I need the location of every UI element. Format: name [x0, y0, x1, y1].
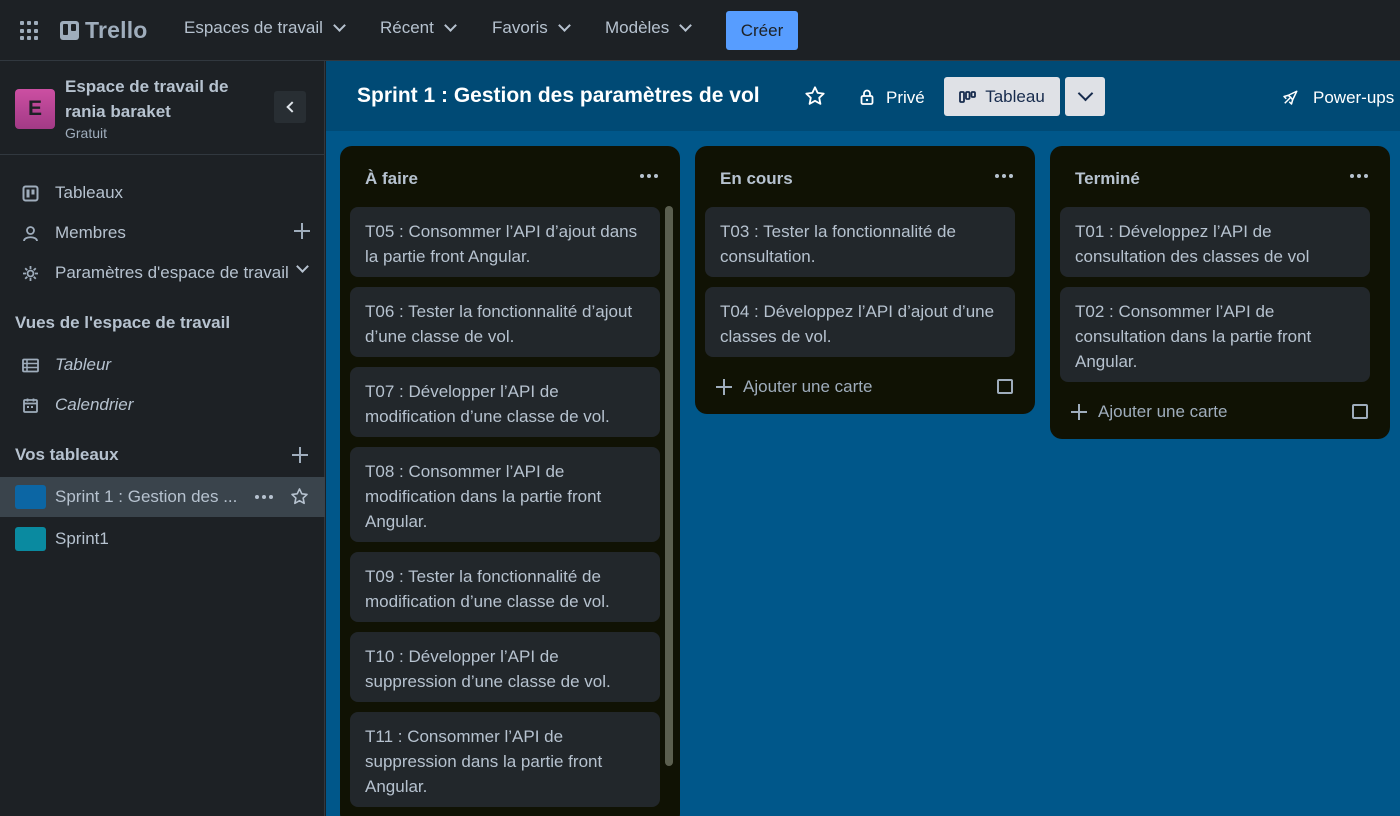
board-more-icon[interactable] [255, 495, 273, 499]
workspace-sidebar: E Espace de travail de rania baraket Gra… [0, 61, 325, 816]
workspace-views-title: Vues de l'espace de travail [15, 313, 231, 332]
rocket-icon [1283, 90, 1298, 105]
visibility-button[interactable]: Privé [886, 88, 925, 108]
app-switcher-icon[interactable] [20, 21, 40, 41]
card[interactable]: T07 : Développer l’API de modification d… [350, 367, 660, 437]
sidebar-board-sprint1[interactable]: Sprint1 [0, 519, 325, 559]
chevron-left-icon [286, 101, 298, 113]
list-title[interactable]: En cours [720, 169, 793, 189]
workspace-header: E Espace de travail de rania baraket Gra… [0, 61, 325, 155]
add-card-button[interactable]: Ajouter une carte [715, 377, 872, 397]
board-color-swatch [15, 527, 46, 551]
table-icon [22, 358, 39, 373]
list-menu-icon[interactable] [1350, 174, 1368, 178]
workspace-avatar: E [15, 89, 55, 129]
chevron-down-icon [557, 19, 571, 32]
sidebar-board-sprint-1[interactable]: Sprint 1 : Gestion des ... [0, 477, 325, 517]
star-icon[interactable] [290, 487, 309, 506]
star-board-icon[interactable] [804, 85, 826, 107]
workspace-plan: Gratuit [65, 125, 108, 141]
person-icon [23, 226, 38, 242]
chevron-down-icon [444, 19, 457, 32]
list-menu-icon[interactable] [640, 174, 658, 178]
chevron-down-icon [296, 260, 309, 273]
nav-templates[interactable]: Modèles [605, 18, 693, 38]
plus-icon [1070, 403, 1088, 421]
list-todo: À faire T05 : Consommer l’API d’ajout da… [340, 146, 680, 816]
board-color-swatch [15, 485, 46, 509]
card[interactable]: T01 : Développez l’API de consultation d… [1060, 207, 1370, 277]
board-icon [22, 185, 39, 202]
create-button[interactable]: Créer [726, 11, 798, 50]
lock-icon [860, 89, 874, 105]
trello-logo[interactable]: Trello [60, 17, 148, 44]
card[interactable]: T10 : Développer l’API de suppression d’… [350, 632, 660, 702]
sidebar-item-calendar-view[interactable]: Calendrier [0, 387, 325, 423]
board-view-button[interactable]: Tableau [944, 77, 1060, 116]
card[interactable]: T09 : Tester la fonctionnalité de modifi… [350, 552, 660, 622]
list-in-progress: En cours T03 : Tester la fonctionnalité … [695, 146, 1035, 414]
chevron-down-icon [333, 19, 346, 32]
nav-favorites[interactable]: Favoris [492, 18, 571, 38]
trello-logo-icon [60, 21, 79, 40]
collapse-sidebar-button[interactable] [274, 91, 306, 123]
card[interactable]: T11 : Consommer l’API de suppression dan… [350, 712, 660, 807]
workspace-name[interactable]: Espace de travail de rania baraket [65, 74, 265, 124]
plus-icon [715, 378, 733, 396]
board-canvas: Sprint 1 : Gestion des paramètres de vol… [326, 61, 1400, 816]
card[interactable]: T04 : Développez l’API d’ajout d’une cla… [705, 287, 1015, 357]
board-title[interactable]: Sprint 1 : Gestion des paramètres de vol [357, 84, 760, 108]
list-scrollbar[interactable] [665, 206, 673, 766]
gear-icon [23, 266, 38, 281]
sidebar-item-table-view[interactable]: Tableur [0, 347, 325, 383]
top-bar: Trello Espaces de travail Récent Favoris… [0, 0, 1400, 61]
nav-workspaces[interactable]: Espaces de travail [184, 18, 346, 38]
card[interactable]: T06 : Tester la fonctionnalité d’ajout d… [350, 287, 660, 357]
chevron-down-icon [1077, 85, 1093, 102]
card[interactable]: T03 : Tester la fonctionnalité de consul… [705, 207, 1015, 277]
chevron-down-icon [679, 19, 693, 32]
add-board-icon[interactable] [291, 446, 309, 464]
power-ups-button[interactable]: Power-ups [1281, 88, 1394, 108]
board-view-icon [959, 90, 977, 103]
card[interactable]: T02 : Consommer l’API de consultation da… [1060, 287, 1370, 382]
card[interactable]: T05 : Consommer l’API d’ajout dans la pa… [350, 207, 660, 277]
list-title[interactable]: Terminé [1075, 169, 1140, 189]
add-card-button[interactable]: Ajouter une carte [1070, 402, 1227, 422]
your-boards-title: Vos tableaux [15, 445, 119, 464]
calendar-icon [23, 398, 38, 413]
card-template-icon[interactable] [1352, 404, 1368, 419]
list-title[interactable]: À faire [365, 169, 418, 189]
view-switcher-button[interactable] [1065, 77, 1105, 116]
sidebar-item-settings[interactable]: Paramètres d'espace de travail [0, 255, 325, 291]
nav-recent[interactable]: Récent [380, 18, 457, 38]
list-menu-icon[interactable] [995, 174, 1013, 178]
board-header: Sprint 1 : Gestion des paramètres de vol… [326, 61, 1400, 131]
sidebar-item-boards[interactable]: Tableaux [0, 175, 325, 211]
card-template-icon[interactable] [997, 379, 1013, 394]
list-done: Terminé T01 : Développez l’API de consul… [1050, 146, 1390, 439]
sidebar-item-members[interactable]: Membres [0, 215, 325, 251]
card[interactable]: T08 : Consommer l’API de modification da… [350, 447, 660, 542]
add-member-icon[interactable] [293, 222, 311, 240]
